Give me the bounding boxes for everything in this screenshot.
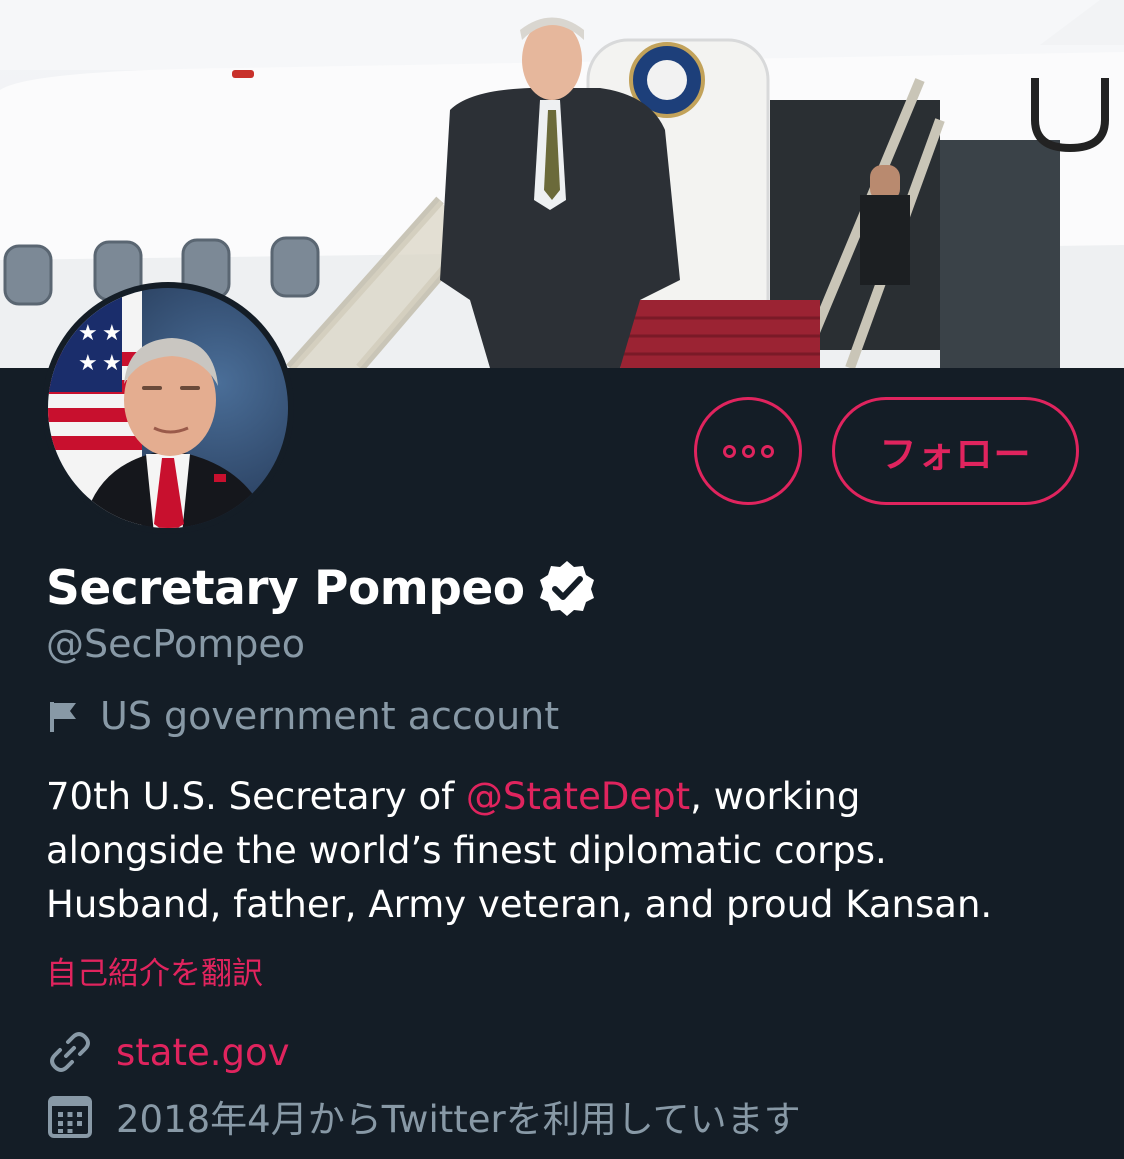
bio-text: 70th U.S. Secretary of <box>46 775 466 818</box>
display-name: Secretary Pompeo <box>46 560 525 616</box>
avatar[interactable]: ★ ★ ★ ★ <box>42 282 294 534</box>
more-icon <box>760 444 774 458</box>
flag-icon <box>50 702 76 732</box>
profile-bio: 70th U.S. Secretary of @StateDept, worki… <box>46 770 1086 932</box>
calendar-icon <box>48 1096 92 1138</box>
profile-name-row: Secretary Pompeo <box>46 556 597 620</box>
svg-text:★: ★ <box>78 321 98 346</box>
join-date-text: 2018年4月からTwitterを利用しています <box>116 1098 801 1141</box>
more-options-button[interactable] <box>694 397 802 505</box>
username-handle: @SecPompeo <box>46 622 305 666</box>
profile-website: state.gov <box>46 1024 290 1080</box>
profile-join-date: 2018年4月からTwitterを利用しています <box>46 1088 801 1144</box>
bio-text: alongside the world’s finest diplomatic … <box>46 829 887 872</box>
svg-text:★: ★ <box>102 351 122 376</box>
link-icon <box>50 1032 90 1072</box>
more-icon <box>741 444 755 458</box>
more-icon <box>722 444 736 458</box>
svg-text:★: ★ <box>102 321 122 346</box>
verified-badge-icon[interactable] <box>537 558 597 618</box>
bio-mention-link[interactable]: @StateDept <box>466 775 690 818</box>
bio-text: , working <box>690 775 861 818</box>
avatar-portrait: ★ ★ ★ ★ <box>48 288 288 528</box>
svg-text:★: ★ <box>78 351 98 376</box>
bio-text: Husband, father, Army veteran, and proud… <box>46 883 993 926</box>
website-link[interactable]: state.gov <box>116 1031 290 1074</box>
follow-button[interactable]: フォロー <box>832 397 1079 505</box>
translate-bio-link[interactable]: 自己紹介を翻訳 <box>46 948 263 993</box>
account-label: US government account <box>46 690 559 742</box>
account-label-text: US government account <box>100 694 560 738</box>
